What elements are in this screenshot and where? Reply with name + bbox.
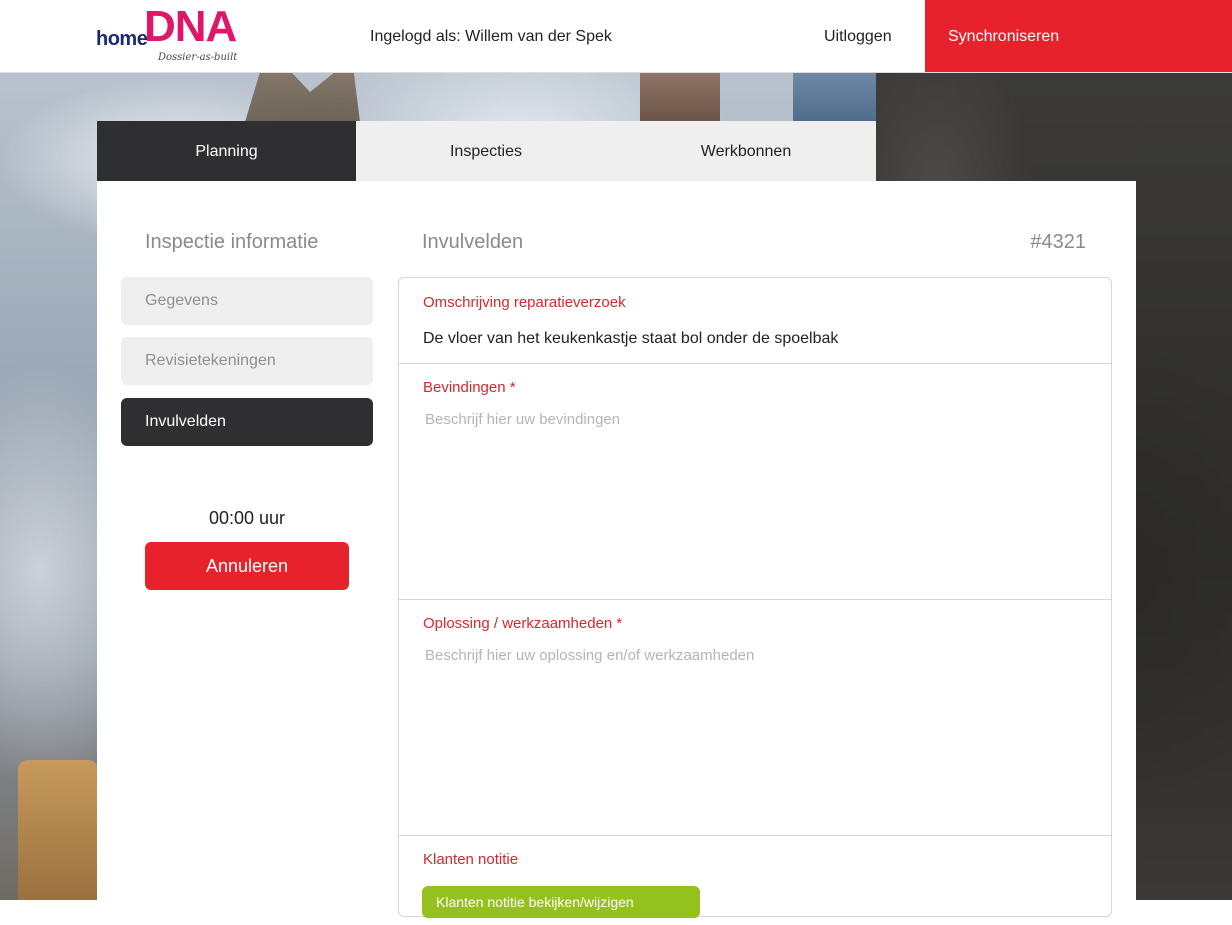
- tab-planning[interactable]: Planning: [97, 121, 356, 181]
- sidebar-item-gegevens[interactable]: Gegevens: [121, 277, 373, 325]
- tab-inspecties[interactable]: Inspecties: [356, 121, 616, 181]
- homedna-logo[interactable]: home DNA Dossier-as-built: [96, 2, 266, 68]
- top-bar: home DNA Dossier-as-built Ingelogd als: …: [0, 0, 1232, 73]
- customer-note-label: Klanten notitie: [423, 851, 519, 868]
- timer: 00:00 uur: [208, 508, 286, 528]
- main-title: Invulvelden: [422, 231, 524, 253]
- logout-link[interactable]: Uitloggen: [824, 28, 892, 46]
- sidebar-title: Inspectie informatie: [145, 231, 319, 253]
- background-vest: [18, 760, 98, 900]
- solution-section: Oplossing / werkzaamheden *: [399, 599, 1111, 836]
- logo-tagline: Dossier-as-built: [158, 52, 238, 63]
- findings-label: Bevindingen *: [423, 379, 516, 396]
- logo-home-text: home: [96, 28, 148, 50]
- sidebar-item-revisietekeningen[interactable]: Revisietekeningen: [121, 337, 373, 385]
- main-tabs: Planning Inspecties Werkbonnen: [97, 121, 876, 181]
- content-panel: Inspectie informatie Gegevens Revisietek…: [97, 181, 1136, 918]
- fields-form: Omschrijving reparatieverzoek De vloer v…: [398, 277, 1112, 917]
- logged-in-user: Ingelogd als: Willem van der Spek: [370, 28, 612, 45]
- sidebar-item-invulvelden[interactable]: Invulvelden: [121, 398, 373, 446]
- synchronize-button[interactable]: Synchroniseren: [925, 0, 1232, 72]
- description-value: De vloer van het keukenkastje staat bol …: [423, 330, 839, 347]
- description-section: Omschrijving reparatieverzoek De vloer v…: [399, 278, 1111, 364]
- customer-note-button[interactable]: Klanten notitie bekijken/wijzigen: [422, 886, 700, 918]
- tab-werkbonnen[interactable]: Werkbonnen: [616, 121, 876, 181]
- logo-dna-text: DNA: [144, 2, 237, 51]
- inspection-id: #4321: [1030, 231, 1086, 253]
- findings-section: Bevindingen *: [399, 363, 1111, 600]
- solution-input[interactable]: [423, 647, 1087, 817]
- background-worker: [640, 72, 720, 122]
- description-label: Omschrijving reparatieverzoek: [423, 294, 626, 311]
- cancel-button[interactable]: Annuleren: [145, 542, 349, 590]
- solution-label: Oplossing / werkzaamheden *: [423, 615, 623, 632]
- findings-input[interactable]: [423, 411, 1087, 581]
